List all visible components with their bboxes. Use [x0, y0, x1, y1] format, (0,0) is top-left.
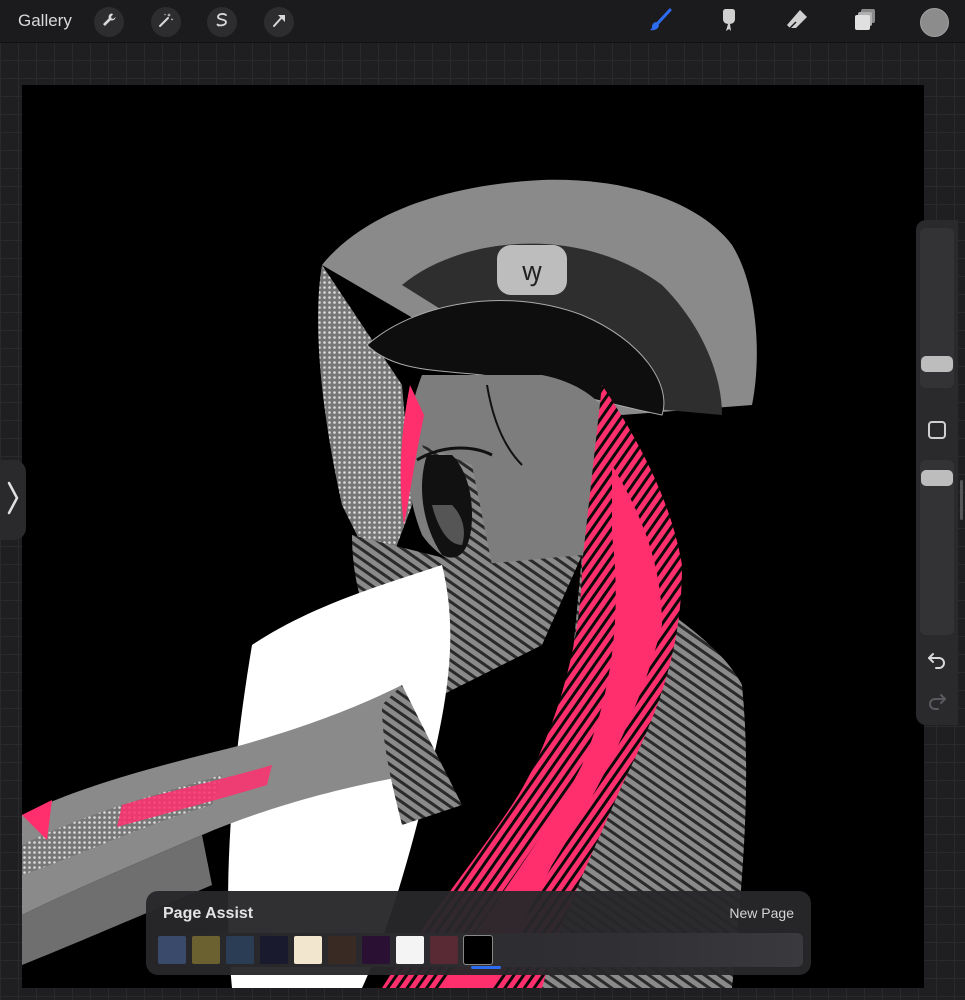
new-page-button[interactable]: New Page	[729, 905, 794, 921]
wrench-icon	[101, 12, 117, 33]
brush-size-slider[interactable]	[920, 228, 954, 388]
chevron-right-icon	[6, 480, 20, 521]
selection-button[interactable]	[207, 7, 237, 37]
sidebar-toggle-handle[interactable]	[0, 460, 26, 540]
actions-button[interactable]	[94, 7, 124, 37]
page-assist-panel: Page Assist New Page	[146, 891, 811, 975]
opacity-thumb[interactable]	[921, 470, 953, 486]
cap-logo: ꝡ	[522, 257, 542, 287]
page-thumb-1[interactable]	[158, 936, 186, 964]
adjustments-button[interactable]	[151, 7, 181, 37]
page-thumb-4[interactable]	[260, 936, 288, 964]
artwork-illustration: ꝡ	[22, 179, 757, 988]
transform-button[interactable]	[264, 7, 294, 37]
layers-icon	[852, 7, 878, 38]
gallery-button[interactable]: Gallery	[18, 11, 72, 31]
smudge-tool-button[interactable]	[713, 7, 745, 37]
redo-icon[interactable]	[927, 692, 947, 710]
page-thumb-3[interactable]	[226, 936, 254, 964]
selection-icon	[214, 12, 230, 33]
eraser-tool-button[interactable]	[781, 7, 813, 37]
page-thumb-10[interactable]	[463, 935, 493, 965]
modify-button[interactable]	[928, 421, 946, 439]
transform-arrow-icon	[271, 12, 287, 33]
layers-button[interactable]	[849, 7, 881, 37]
page-thumb-9[interactable]	[430, 936, 458, 964]
page-thumb-5[interactable]	[294, 936, 322, 964]
page-thumb-2[interactable]	[192, 936, 220, 964]
top-toolbar: Gallery	[0, 0, 965, 43]
page-thumb-6[interactable]	[328, 936, 356, 964]
opacity-slider[interactable]	[920, 460, 954, 635]
color-picker-button[interactable]	[920, 8, 949, 37]
brush-size-thumb[interactable]	[921, 356, 953, 372]
smudge-icon	[716, 7, 742, 38]
undo-icon[interactable]	[927, 651, 947, 669]
page-thumb-7[interactable]	[362, 936, 390, 964]
page-assist-title: Page Assist	[163, 905, 254, 922]
drawing-canvas[interactable]: ꝡ	[22, 85, 924, 988]
right-sidebar	[916, 220, 958, 725]
eraser-icon	[784, 7, 810, 38]
scroll-indicator[interactable]	[960, 480, 963, 520]
selected-page-indicator	[471, 966, 501, 969]
magic-wand-icon	[158, 12, 174, 33]
page-thumbnail-strip	[154, 933, 803, 969]
page-thumb-8[interactable]	[396, 936, 424, 964]
brush-tool-button[interactable]	[645, 7, 677, 37]
brush-icon	[648, 7, 674, 38]
